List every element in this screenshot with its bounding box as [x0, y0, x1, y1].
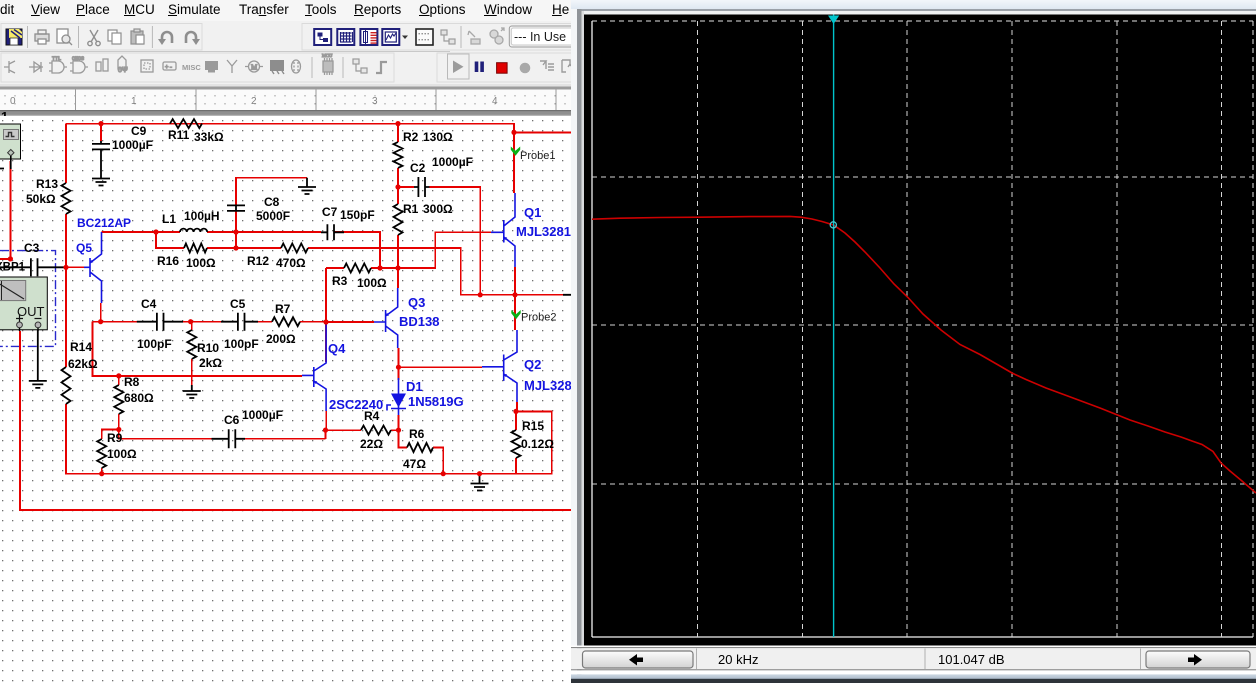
svg-text:130Ω: 130Ω	[423, 130, 453, 144]
svg-text:+ -: + -	[165, 65, 172, 71]
svg-text:3: 3	[372, 96, 378, 107]
svg-text:--- In Use: --- In Use	[514, 30, 566, 44]
svg-text:1N5819G: 1N5819G	[408, 394, 464, 409]
svg-text:0: 0	[10, 96, 16, 107]
svg-text:R7: R7	[275, 302, 291, 316]
svg-text:22Ω: 22Ω	[360, 437, 383, 451]
svg-text:R13: R13	[36, 177, 58, 191]
svg-text:R11: R11	[168, 128, 190, 142]
svg-text:C4: C4	[141, 297, 157, 311]
svg-text:101.047 dB: 101.047 dB	[938, 652, 1005, 667]
svg-text:0.12Ω: 0.12Ω	[521, 437, 554, 451]
svg-text:1000µF: 1000µF	[432, 155, 473, 169]
svg-text:MISC: MISC	[182, 63, 201, 72]
svg-text:100Ω: 100Ω	[357, 276, 387, 290]
svg-text:5000F: 5000F	[256, 209, 290, 223]
svg-text:MCU: MCU	[322, 53, 333, 58]
svg-text:TTL: TTL	[52, 56, 61, 62]
svg-text:33kΩ: 33kΩ	[194, 130, 224, 144]
svg-text:100Ω: 100Ω	[107, 447, 137, 461]
svg-text:0Ψ: 0Ψ	[118, 67, 128, 74]
svg-text:R6: R6	[409, 427, 425, 441]
svg-text:C8: C8	[264, 195, 280, 209]
svg-text:R15: R15	[522, 419, 544, 433]
svg-text:2: 2	[251, 96, 257, 107]
svg-text:L1: L1	[162, 212, 176, 226]
svg-text:1000µF: 1000µF	[242, 408, 283, 422]
svg-text:R3: R3	[332, 274, 348, 288]
svg-text:100Ω: 100Ω	[186, 256, 216, 270]
svg-text:200Ω: 200Ω	[266, 332, 296, 346]
svg-text:300Ω: 300Ω	[423, 202, 453, 216]
svg-text:2kΩ: 2kΩ	[199, 356, 222, 370]
svg-text:R14: R14	[70, 340, 92, 354]
svg-text:Q4: Q4	[328, 341, 346, 356]
svg-text:50kΩ: 50kΩ	[26, 192, 56, 206]
svg-text:C2: C2	[410, 161, 426, 175]
svg-text:1: 1	[131, 96, 137, 107]
svg-text:20 kHz: 20 kHz	[718, 652, 758, 667]
svg-text:OUT: OUT	[17, 304, 45, 319]
svg-text:Probe2: Probe2	[521, 312, 556, 324]
svg-text:150pF: 150pF	[340, 208, 375, 222]
svg-text:C9: C9	[131, 124, 147, 138]
svg-text:4: 4	[492, 96, 498, 107]
svg-text:1000µF: 1000µF	[112, 138, 153, 152]
svg-text:C7: C7	[322, 205, 338, 219]
svg-text:100pF: 100pF	[137, 337, 172, 351]
svg-text:Probe1: Probe1	[520, 150, 555, 162]
svg-text:2SC2240: 2SC2240	[329, 397, 383, 412]
svg-text:470Ω: 470Ω	[276, 256, 306, 270]
svg-text:680Ω: 680Ω	[124, 391, 154, 405]
svg-text:C5: C5	[230, 297, 246, 311]
svg-text:1: 1	[1, 109, 8, 116]
svg-text:BD138: BD138	[399, 314, 439, 329]
svg-text:R8: R8	[124, 375, 140, 389]
svg-text:MJL3281: MJL3281	[524, 378, 578, 393]
svg-text:BC212AP: BC212AP	[77, 216, 131, 230]
svg-text:R9: R9	[107, 431, 123, 445]
svg-text:CMOS: CMOS	[72, 56, 84, 62]
svg-text:XBP1: XBP1	[0, 262, 26, 274]
svg-text:C6: C6	[224, 413, 240, 427]
svg-text:62kΩ: 62kΩ	[68, 357, 98, 371]
svg-text:R16: R16	[157, 254, 179, 268]
svg-text:Q5: Q5	[76, 241, 92, 255]
svg-text:100µH: 100µH	[184, 209, 220, 223]
svg-text:M: M	[251, 64, 258, 72]
svg-text:100pF: 100pF	[224, 337, 259, 351]
svg-text:MJL3281: MJL3281	[516, 224, 571, 239]
svg-text:R1: R1	[403, 202, 419, 216]
svg-text:C3: C3	[24, 241, 40, 255]
svg-text:R10: R10	[197, 341, 219, 355]
svg-text:47Ω: 47Ω	[403, 457, 426, 471]
svg-text:R12: R12	[247, 254, 269, 268]
svg-text:Q1: Q1	[524, 205, 541, 220]
svg-text:D1: D1	[406, 379, 423, 394]
svg-text:Q3: Q3	[408, 295, 425, 310]
svg-text:R2: R2	[403, 130, 419, 144]
svg-text:Q2: Q2	[524, 357, 541, 372]
